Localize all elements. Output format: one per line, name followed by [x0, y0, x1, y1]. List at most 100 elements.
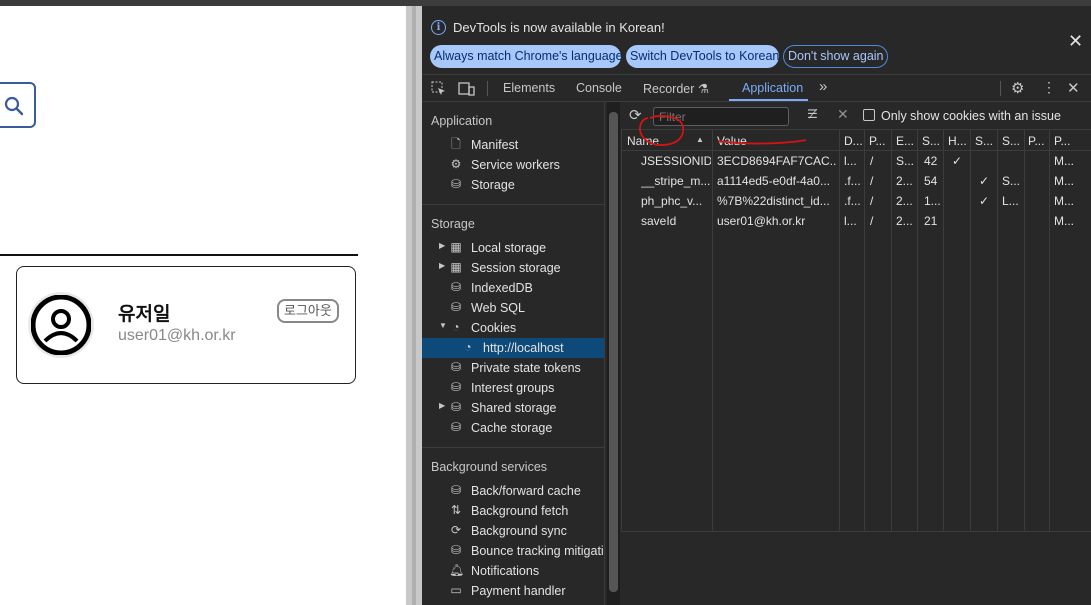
column-header-size[interactable]: S...	[922, 134, 942, 148]
sidebar-item-back-forward-cache[interactable]: ⛁ Back/forward cache	[422, 481, 604, 501]
cell-value[interactable]: 3ECD8694FAF7CAC...	[717, 154, 837, 168]
sidebar-item-service-workers[interactable]: ⚙ Service workers	[422, 155, 604, 175]
column-header-domain[interactable]: D...	[844, 134, 862, 148]
delete-selected-icon[interactable]: ✕	[837, 106, 849, 123]
column-divider[interactable]	[712, 130, 713, 532]
cell-value[interactable]: user01@kh.or.kr	[717, 214, 837, 228]
sidebar-item-label: IndexedDB	[471, 281, 533, 295]
sidebar-item-cookies[interactable]: ▼ ◔ Cookies	[422, 318, 604, 338]
cell-path[interactable]: /	[870, 214, 888, 228]
column-divider[interactable]	[1024, 130, 1025, 532]
close-icon[interactable]: ✕	[1068, 31, 1083, 52]
tab-application[interactable]: Application	[742, 81, 803, 95]
only-issue-checkbox[interactable]: Only show cookies with an issue	[863, 109, 1061, 123]
cell-size[interactable]: 21	[924, 214, 944, 228]
cell-path[interactable]: /	[870, 154, 888, 168]
cell-name[interactable]: JSESSIONID	[641, 154, 711, 168]
column-header-path[interactable]: P...	[869, 134, 889, 148]
cell-path[interactable]: /	[870, 174, 888, 188]
kebab-menu-icon[interactable]: ⋮	[1042, 79, 1056, 96]
cell-priority[interactable]: M...	[1054, 174, 1084, 188]
sidebar-item-shared-storage[interactable]: ▶ ⛁ Shared storage	[422, 398, 604, 418]
checkbox-box[interactable]	[863, 109, 875, 121]
sidebar-divider	[422, 204, 604, 205]
column-divider[interactable]	[1049, 130, 1050, 532]
column-divider[interactable]	[943, 130, 944, 532]
cell-path[interactable]: /	[870, 194, 888, 208]
column-divider[interactable]	[839, 130, 840, 532]
cell-size[interactable]: 1...	[924, 194, 944, 208]
device-toolbar-icon[interactable]	[458, 81, 475, 99]
column-header-samesite[interactable]: S...	[1002, 134, 1022, 148]
cell-priority[interactable]: M...	[1054, 154, 1084, 168]
cell-samesite[interactable]: S...	[1002, 174, 1022, 188]
more-tabs-button[interactable]: »	[819, 78, 827, 95]
cell-expires[interactable]: 2...	[896, 194, 916, 208]
logout-button[interactable]: 로그아웃	[277, 299, 339, 323]
cell-expires[interactable]: 2...	[896, 214, 916, 228]
column-divider[interactable]	[891, 130, 892, 532]
inspect-element-icon[interactable]	[431, 81, 446, 99]
cell-priority[interactable]: M...	[1054, 194, 1084, 208]
cell-name[interactable]: saveId	[641, 214, 711, 228]
sidebar-item-private-state-tokens[interactable]: ⛁ Private state tokens	[422, 358, 604, 378]
sidebar-item-manifest[interactable]: 🗋 Manifest	[422, 135, 604, 155]
pane-resizer[interactable]	[406, 6, 422, 605]
switch-korean-button[interactable]: Switch DevTools to Korean	[626, 45, 779, 68]
sidebar-scrollbar-thumb[interactable]	[609, 112, 618, 592]
sidebar-item-local-storage[interactable]: ▶ ▦ Local storage	[422, 238, 604, 258]
sidebar-heading-application: Application	[431, 114, 493, 128]
column-divider[interactable]	[917, 130, 918, 532]
column-header-secure[interactable]: S...	[975, 134, 995, 148]
column-header-expires[interactable]: E...	[896, 134, 916, 148]
sidebar-item-indexeddb[interactable]: ⛁ IndexedDB	[422, 278, 604, 298]
cell-value[interactable]: %7B%22distinct_id...	[717, 194, 837, 208]
sidebar-item-background-fetch[interactable]: ⇅ Background fetch	[422, 501, 604, 521]
tab-console[interactable]: Console	[576, 81, 622, 95]
dont-show-again-button[interactable]: Don't show again	[783, 45, 888, 68]
tab-recorder[interactable]: Recorder ⚗	[643, 81, 709, 96]
expand-arrow-icon[interactable]: ▶	[439, 241, 445, 250]
cell-secure[interactable]: ✓	[979, 174, 997, 188]
settings-gear-icon[interactable]: ⚙	[1011, 79, 1024, 97]
cell-priority[interactable]: M...	[1054, 214, 1084, 228]
cell-samesite[interactable]: L...	[1002, 194, 1022, 208]
cell-name[interactable]: __stripe_m...	[641, 174, 711, 188]
column-divider[interactable]	[997, 130, 998, 532]
match-language-button[interactable]: Always match Chrome's language	[430, 45, 623, 68]
cell-size[interactable]: 54	[924, 174, 944, 188]
sidebar-item-cookie-localhost[interactable]: ◔ http://localhost	[422, 338, 604, 358]
expand-arrow-icon[interactable]: ▶	[439, 261, 445, 270]
column-header-httponly[interactable]: H...	[948, 134, 968, 148]
sidebar-item-notifications[interactable]: 🔔︎ Notifications	[422, 561, 604, 581]
column-header-priority[interactable]: P...	[1054, 134, 1084, 148]
sidebar-item-cache-storage[interactable]: ⛁ Cache storage	[422, 418, 604, 438]
sidebar-item-interest-groups[interactable]: ⛁ Interest groups	[422, 378, 604, 398]
column-divider[interactable]	[970, 130, 971, 532]
sidebar-item-web-sql[interactable]: ⛁ Web SQL	[422, 298, 604, 318]
expand-arrow-icon[interactable]: ▶	[439, 401, 445, 410]
sidebar-item-storage[interactable]: ⛁ Storage	[422, 175, 604, 195]
cell-name[interactable]: ph_phc_v...	[641, 194, 711, 208]
sidebar-item-payment-handler[interactable]: ▭ Payment handler	[422, 581, 604, 601]
sidebar-item-session-storage[interactable]: ▶ ▦ Session storage	[422, 258, 604, 278]
sidebar-item-label: Background fetch	[471, 504, 569, 518]
cell-domain[interactable]: l...	[844, 154, 862, 168]
cell-domain[interactable]: l...	[844, 214, 862, 228]
sidebar-item-bounce-tracking[interactable]: ⛁ Bounce tracking mitigati	[422, 541, 604, 561]
close-devtools-icon[interactable]: ✕	[1067, 79, 1080, 97]
cell-value[interactable]: a1114ed5-e0df-4a0...	[717, 174, 837, 188]
search-button[interactable]	[0, 82, 36, 128]
cell-expires[interactable]: 2...	[896, 174, 916, 188]
cell-domain[interactable]: .f...	[844, 174, 862, 188]
collapse-arrow-icon[interactable]: ▼	[439, 321, 447, 330]
column-divider[interactable]	[864, 130, 865, 532]
cell-domain[interactable]: .f...	[844, 194, 862, 208]
column-header-partition[interactable]: P...	[1028, 134, 1048, 148]
tab-elements[interactable]: Elements	[503, 81, 555, 95]
cell-expires[interactable]: S...	[896, 154, 916, 168]
cell-secure[interactable]: ✓	[979, 194, 997, 208]
sidebar-item-background-sync[interactable]: ⟳ Background sync	[422, 521, 604, 541]
cell-size[interactable]: 42	[924, 154, 944, 168]
cell-httponly[interactable]: ✓	[952, 154, 970, 168]
